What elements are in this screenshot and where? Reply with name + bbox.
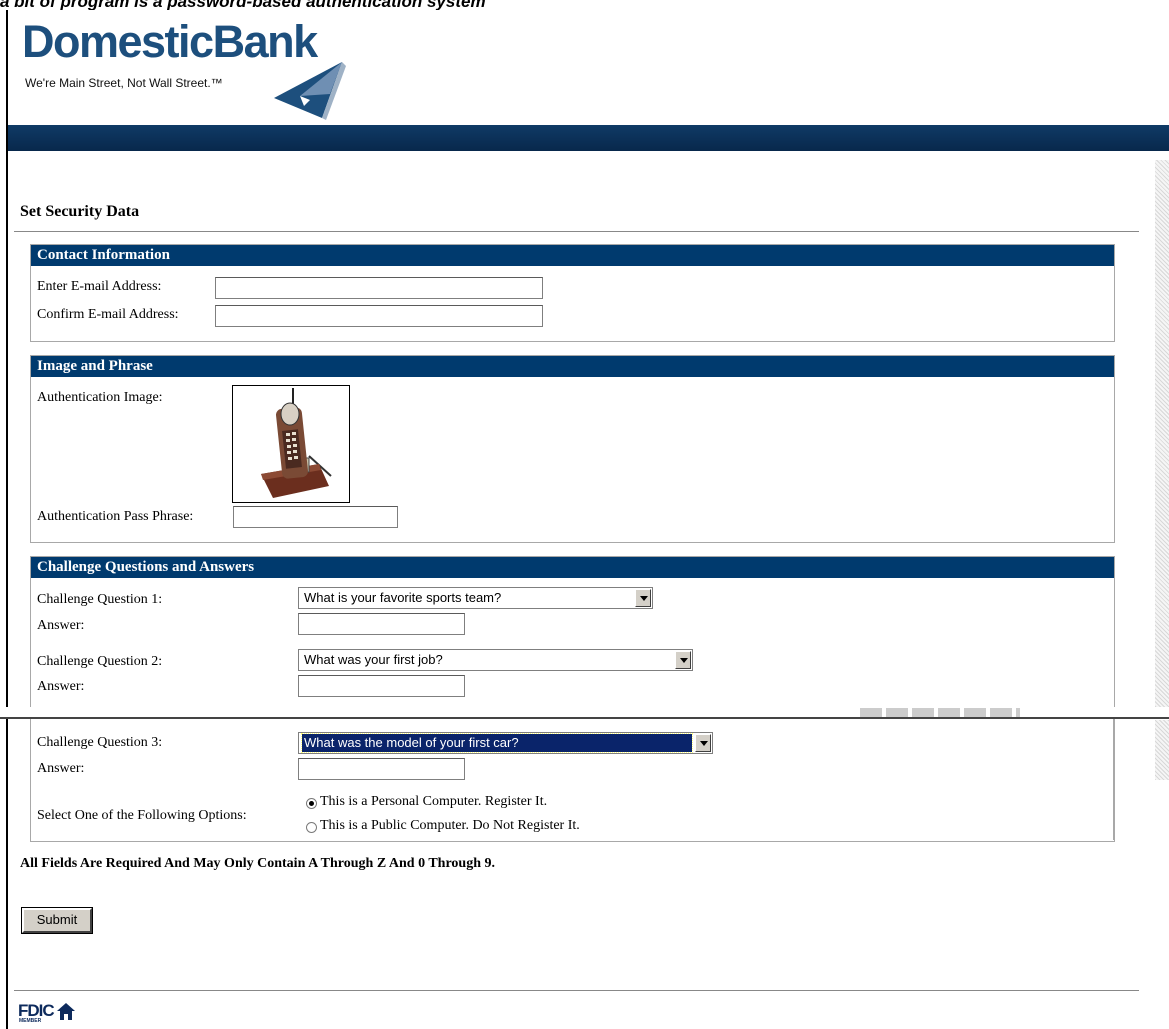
page-caption: a bit of program is a password-based aut… <box>0 0 486 10</box>
panel-right-edge <box>1113 719 1114 840</box>
pass-phrase-label: Authentication Pass Phrase: <box>37 509 194 524</box>
email-field[interactable] <box>215 277 543 299</box>
left-border <box>6 10 8 1029</box>
challenge-q3-select[interactable]: What was the model of your first car? <box>298 732 713 754</box>
public-computer-option: This is a Public Computer. Do Not Regist… <box>320 818 580 833</box>
answer-3-label: Answer: <box>37 761 85 776</box>
challenge-q1-label: Challenge Question 1: <box>37 592 163 607</box>
fdic-logo: FDIC MEMBER <box>18 1001 90 1025</box>
footer-divider <box>14 990 1139 991</box>
answer-1-field[interactable] <box>298 613 465 635</box>
auth-image <box>232 385 350 503</box>
page-title: Set Security Data <box>20 203 140 220</box>
chevron-down-icon[interactable] <box>635 589 651 607</box>
confirm-email-field[interactable] <box>215 305 543 327</box>
challenge-q2-label: Challenge Question 2: <box>37 654 163 669</box>
validation-notice: All Fields Are Required And May Only Con… <box>20 856 495 871</box>
scrollbar-track[interactable] <box>1155 160 1169 715</box>
image-phrase-section-heading: Image and Phrase <box>31 356 1114 377</box>
brand-tagline: We're Main Street, Not Wall Street.™ <box>25 76 223 90</box>
challenge-section-heading: Challenge Questions and Answers <box>31 557 1114 578</box>
brand-logo-icon <box>274 62 346 120</box>
seam-divider <box>0 717 1169 719</box>
challenge-q2-select[interactable]: What was your first job? <box>298 649 693 671</box>
chevron-down-icon[interactable] <box>675 651 691 669</box>
challenge-q3-label: Challenge Question 3: <box>37 735 163 750</box>
chevron-down-icon[interactable] <box>695 734 711 752</box>
personal-computer-option: This is a Personal Computer. Register It… <box>320 794 548 809</box>
options-label: Select One of the Following Options: <box>37 808 247 823</box>
header-banner <box>8 125 1169 151</box>
contact-section: Contact Information <box>30 244 1115 342</box>
challenge-q3-value: What was the model of your first car? <box>301 733 693 753</box>
title-divider <box>14 231 1139 232</box>
contact-section-heading: Contact Information <box>31 245 1114 266</box>
panel-left-edge <box>30 719 31 840</box>
answer-1-label: Answer: <box>37 618 85 633</box>
challenge-q1-select[interactable]: What is your favorite sports team? <box>298 587 653 609</box>
public-computer-radio[interactable] <box>306 822 317 833</box>
challenge-q1-value: What is your favorite sports team? <box>304 590 502 605</box>
answer-2-label: Answer: <box>37 679 85 694</box>
house-icon <box>57 1003 75 1020</box>
personal-computer-radio[interactable] <box>306 798 317 809</box>
submit-button[interactable]: Submit <box>21 907 93 934</box>
answer-3-field[interactable] <box>298 758 465 780</box>
pass-phrase-field[interactable] <box>233 506 398 528</box>
fdic-member-text: MEMBER <box>19 1018 42 1024</box>
auth-image-label: Authentication Image: <box>37 390 163 405</box>
challenge-q2-value: What was your first job? <box>304 652 443 667</box>
email-label: Enter E-mail Address: <box>37 279 162 294</box>
scrollbar-track-lower[interactable] <box>1155 720 1169 780</box>
answer-2-field[interactable] <box>298 675 465 697</box>
cordless-phone-icon <box>261 388 332 498</box>
confirm-email-label: Confirm E-mail Address: <box>37 307 179 322</box>
